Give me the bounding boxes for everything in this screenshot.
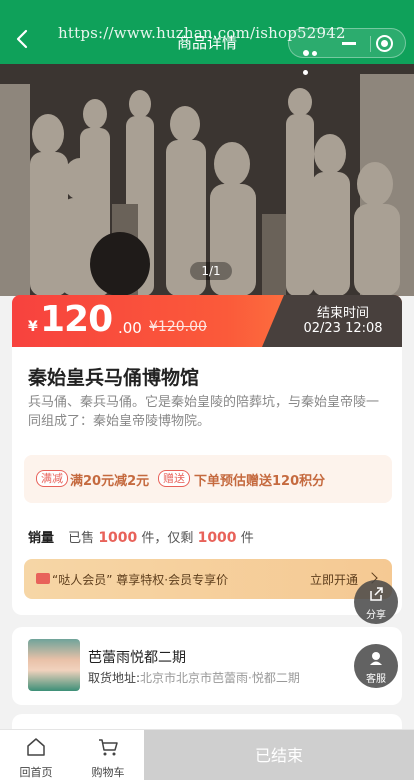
end-time-value: 02/23 12:08 [303, 321, 383, 336]
home-nav-button[interactable]: 回首页 [0, 730, 72, 780]
shop-card[interactable]: 芭蕾雨悦都二期 取货地址:北京市北京市芭蕾雨·悦都二期 [12, 627, 402, 705]
product-info-card: 秦始皇兵马俑博物馆 兵马俑、秦兵马俑。它是秦始皇陵的陪葬坑，与秦始皇帝陵一同组成… [12, 347, 402, 615]
close-target-icon[interactable] [376, 35, 393, 52]
price-cents: .00 [118, 319, 142, 337]
vip-card-icon [36, 573, 50, 584]
sales-label: 销量 [28, 531, 55, 546]
carousel-pager: 1/1 [190, 262, 232, 280]
promo-text-gift: 下单预估赠送120积分 [194, 474, 326, 489]
vip-open-link[interactable]: 立即开通 [310, 571, 358, 588]
product-name: 秦始皇兵马俑博物馆 [28, 367, 200, 389]
cart-nav-label: 购物车 [91, 766, 125, 779]
share-icon [370, 587, 383, 601]
product-description: 兵马俑、秦兵马俑。它是秦始皇陵的陪葬坑，与秦始皇帝陵一同组成了：秦始皇帝陵博物院… [28, 395, 380, 429]
more-dots-icon[interactable] [303, 41, 325, 75]
end-time-label: 结束时间 [316, 306, 369, 321]
vip-membership-banner[interactable]: “哒人会员” 尊享特权·会员专享价 立即开通 [24, 559, 392, 599]
home-nav-label: 回首页 [19, 766, 53, 779]
original-price: ¥120.00 [149, 319, 207, 335]
bottom-action-bar: 回首页 购物车 已结束 [0, 729, 414, 780]
sold-unit: 件，仅剩 [141, 531, 194, 546]
shop-avatar [28, 639, 80, 691]
remaining-unit: 件 [240, 531, 254, 546]
price-banner: ¥ 120 .00 ¥120.00 结束时间 02/23 12:08 [12, 295, 402, 347]
promo-tag-gift: 赠送 [158, 470, 190, 487]
currency-symbol: ¥ [28, 319, 38, 335]
cart-nav-button[interactable]: 购物车 [72, 730, 144, 780]
promo-tag-discount: 满减 [36, 470, 68, 487]
end-time-box: 结束时间 02/23 12:08 [262, 295, 402, 347]
mini-program-capsule [288, 28, 406, 75]
capsule-divider [370, 36, 371, 52]
cart-icon [99, 739, 118, 756]
promo-text-discount: 满20元减2元 [70, 474, 150, 489]
vip-text: “哒人会员” 尊享特权·会员专享价 [52, 573, 229, 587]
remaining-count: 1000 [197, 530, 237, 546]
shop-name: 芭蕾雨悦都二期 [88, 650, 186, 666]
promotion-box: 满减 满20元减2元 赠送 下单预估赠送120积分 [24, 455, 392, 503]
pickup-address: 取货地址:北京市北京市芭蕾雨·悦都二期 [88, 669, 300, 686]
customer-service-button[interactable]: 客服 [354, 644, 398, 688]
share-label: 分享 [366, 610, 386, 621]
sales-info: 销量 已售 1000 件，仅剩 1000 件 [28, 527, 254, 546]
home-icon [27, 738, 45, 756]
minimize-icon[interactable] [342, 42, 356, 45]
share-button[interactable]: 分享 [354, 580, 398, 624]
price-amount: 120 [40, 299, 113, 340]
customer-service-label: 客服 [366, 674, 386, 685]
sold-prefix: 已售 [68, 531, 95, 546]
pickup-address-value: 北京市北京市芭蕾雨·悦都二期 [140, 671, 300, 685]
pickup-address-label: 取货地址: [88, 671, 141, 685]
navigation-bar: 商品详情 https://www.huzhan.com/ishop52942 [0, 0, 414, 75]
customer-service-icon [370, 652, 382, 665]
ended-status-button[interactable]: 已结束 [144, 730, 414, 780]
sold-count: 1000 [98, 530, 138, 546]
